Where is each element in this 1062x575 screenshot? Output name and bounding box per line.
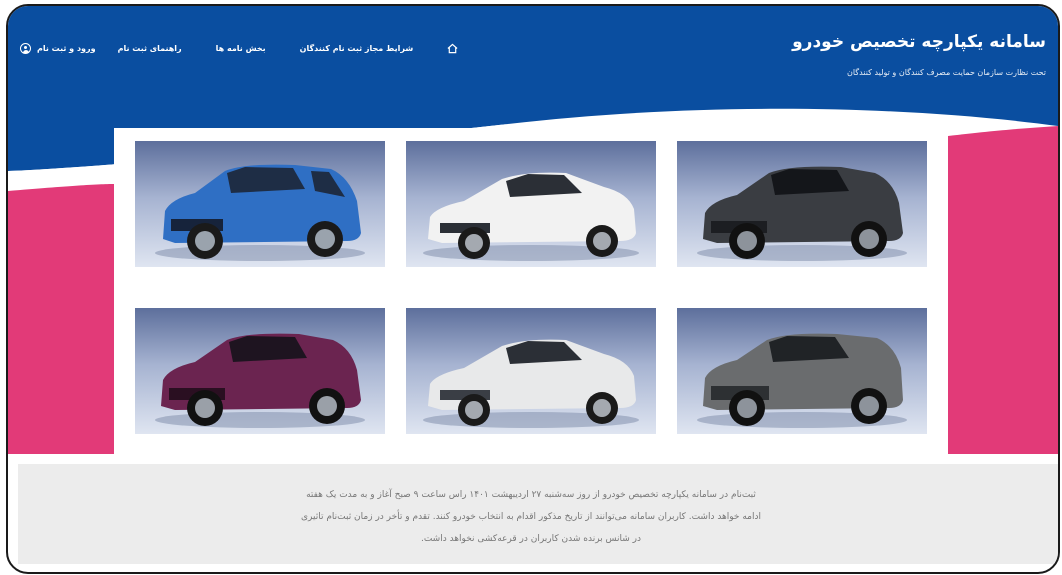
brand: سامانه یکپارچه تخصیص خودرو تحت نظارت ساز… [792, 32, 1046, 77]
browser-frame: سامانه یکپارچه تخصیص خودرو تحت نظارت ساز… [6, 4, 1060, 574]
car-image-4[interactable] [135, 308, 385, 434]
circulars-link[interactable]: بخش نامه ها [216, 44, 266, 53]
car-image-6[interactable] [677, 308, 927, 434]
registration-notice: ثبت‌نام در سامانه یکپارچه تخصیص خودرو از… [18, 464, 1058, 564]
site-title: سامانه یکپارچه تخصیص خودرو [792, 32, 1046, 52]
pink-accent-left [8, 184, 114, 454]
car-gallery [114, 128, 948, 454]
login-register-link[interactable]: ورود و ثبت نام [20, 43, 96, 54]
car-image-1[interactable] [135, 141, 385, 267]
eligibility-conditions-link[interactable]: شرایط مجاز ثبت نام کنندگان [300, 44, 414, 53]
notice-line-1: ثبت‌نام در سامانه یکپارچه تخصیص خودرو از… [306, 490, 756, 500]
notice-line-3: در شانس برنده شدن کاربران در قرعه‌کشی نخ… [420, 534, 642, 544]
registration-guide-link[interactable]: راهنمای ثبت نام [118, 44, 182, 53]
car-image-2[interactable] [406, 141, 656, 267]
site-subtitle: تحت نظارت سازمان حمایت مصرف کنندگان و تو… [846, 68, 1046, 77]
login-register-label: ورود و ثبت نام [37, 44, 96, 53]
notice-line-2: ادامه خواهد داشت. کاربران سامانه می‌توان… [300, 512, 762, 522]
pink-accent-right [948, 126, 1058, 454]
car-image-3[interactable] [677, 141, 927, 267]
car-image-5[interactable] [406, 308, 656, 434]
main-nav: ورود و ثبت نام راهنمای ثبت نام بخش نامه … [20, 43, 458, 54]
home-icon[interactable] [447, 43, 458, 54]
user-circle-icon [20, 43, 31, 54]
